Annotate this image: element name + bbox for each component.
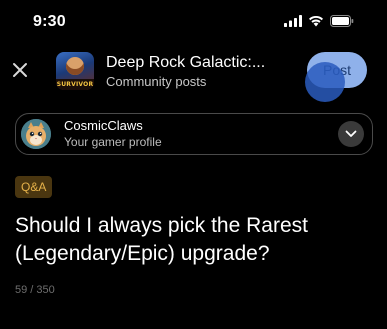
character-counter: 59 / 350 (15, 284, 55, 296)
status-icons (284, 15, 354, 27)
compose-header: SURVIVOR Deep Rock Galactic:... Communit… (0, 46, 387, 102)
chevron-down-icon (345, 125, 357, 143)
game-thumbnail: SURVIVOR (56, 52, 94, 90)
battery-icon (330, 15, 354, 27)
gamer-profile-selector[interactable]: CosmicClaws Your gamer profile (15, 113, 373, 155)
thumbnail-art (66, 57, 84, 75)
close-button[interactable] (8, 60, 32, 84)
signal-icon (284, 15, 302, 27)
thumbnail-label: SURVIVOR (56, 79, 94, 90)
wifi-icon (308, 15, 324, 27)
avatar (21, 119, 51, 149)
profile-name: CosmicClaws (64, 118, 143, 133)
profile-expand-button[interactable] (338, 121, 364, 147)
profile-subtitle: Your gamer profile (64, 135, 162, 149)
post-tag[interactable]: Q&A (15, 176, 53, 198)
post-title-input[interactable]: Should I always pick the Rarest (Legenda… (15, 212, 355, 268)
touch-indicator (305, 62, 345, 102)
status-bar: 9:30 (0, 0, 387, 46)
game-title: Deep Rock Galactic:... (106, 54, 266, 71)
close-icon (12, 62, 28, 83)
status-time: 9:30 (33, 13, 66, 30)
game-subtitle: Community posts (106, 74, 207, 89)
